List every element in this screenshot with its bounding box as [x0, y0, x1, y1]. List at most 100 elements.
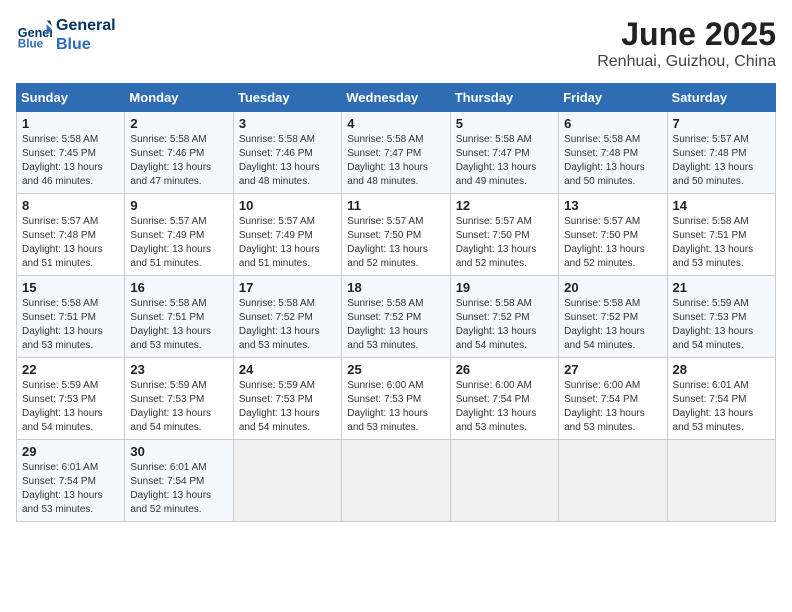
day-number: 30 — [130, 444, 227, 459]
header-day-monday: Monday — [125, 84, 233, 112]
calendar-cell: 11Sunrise: 5:57 AM Sunset: 7:50 PM Dayli… — [342, 194, 450, 276]
day-info: Sunrise: 5:59 AM Sunset: 7:53 PM Dayligh… — [673, 297, 770, 353]
day-info: Sunrise: 6:01 AM Sunset: 7:54 PM Dayligh… — [22, 461, 119, 517]
day-info: Sunrise: 5:59 AM Sunset: 7:53 PM Dayligh… — [130, 379, 227, 435]
day-number: 26 — [456, 362, 553, 377]
calendar-cell — [233, 440, 341, 522]
day-number: 23 — [130, 362, 227, 377]
day-number: 13 — [564, 198, 661, 213]
day-number: 3 — [239, 116, 336, 131]
day-info: Sunrise: 5:57 AM Sunset: 7:50 PM Dayligh… — [347, 215, 444, 271]
calendar-header-row: SundayMondayTuesdayWednesdayThursdayFrid… — [17, 84, 776, 112]
calendar-cell: 12 Sunrise: 5:57 AM Sunset: 7:50 PM Dayli… — [450, 194, 558, 276]
calendar-cell: 29 Sunrise: 6:01 AM Sunset: 7:54 PM Dayli… — [17, 440, 125, 522]
day-number: 2 — [130, 116, 227, 131]
calendar-cell: 15Sunrise: 5:58 AM Sunset: 7:51 PM Dayli… — [17, 276, 125, 358]
calendar-cell: 10 Sunrise: 5:57 AM Sunset: 7:49 PM Dayli… — [233, 194, 341, 276]
day-number: 7 — [673, 116, 770, 131]
day-info: Sunrise: 6:01 AM Sunset: 7:54 PM Dayligh… — [130, 461, 227, 517]
day-number: 5 — [456, 116, 553, 131]
day-info: Sunrise: 5:57 AM Sunset: 7:49 PM Dayligh… — [239, 215, 336, 271]
header-day-tuesday: Tuesday — [233, 84, 341, 112]
day-number: 6 — [564, 116, 661, 131]
day-number: 9 — [130, 198, 227, 213]
calendar-week-row: 8 Sunrise: 5:57 AM Sunset: 7:48 PM Daylig… — [17, 194, 776, 276]
day-info: Sunrise: 5:58 AM Sunset: 7:45 PM Dayligh… — [22, 133, 119, 189]
svg-text:Blue: Blue — [18, 38, 44, 51]
day-info: Sunrise: 5:58 AM Sunset: 7:51 PM Dayligh… — [130, 297, 227, 353]
calendar-cell: 30 Sunrise: 6:01 AM Sunset: 7:54 PM Dayli… — [125, 440, 233, 522]
calendar-cell: 1 Sunrise: 5:58 AM Sunset: 7:45 PM Daylig… — [17, 112, 125, 194]
calendar-cell: 5 Sunrise: 5:58 AM Sunset: 7:47 PM Daylig… — [450, 112, 558, 194]
day-number: 22 — [22, 362, 119, 377]
calendar-subtitle: Renhuai, Guizhou, China — [597, 53, 776, 71]
day-info: Sunrise: 5:58 AM Sunset: 7:52 PM Dayligh… — [564, 297, 661, 353]
day-info: Sunrise: 5:58 AM Sunset: 7:48 PM Dayligh… — [564, 133, 661, 189]
day-info: Sunrise: 5:58 AM Sunset: 7:52 PM Dayligh… — [347, 297, 444, 353]
day-info: Sunrise: 6:00 AM Sunset: 7:53 PM Dayligh… — [347, 379, 444, 435]
calendar-cell: 23 Sunrise: 5:59 AM Sunset: 7:53 PM Dayli… — [125, 358, 233, 440]
day-info: Sunrise: 6:00 AM Sunset: 7:54 PM Dayligh… — [564, 379, 661, 435]
day-number: 12 — [456, 198, 553, 213]
calendar-week-row: 22 Sunrise: 5:59 AM Sunset: 7:53 PM Dayli… — [17, 358, 776, 440]
day-info: Sunrise: 5:57 AM Sunset: 7:48 PM Dayligh… — [673, 133, 770, 189]
calendar-cell: 19Sunrise: 5:58 AM Sunset: 7:52 PM Dayli… — [450, 276, 558, 358]
calendar-cell: 26Sunrise: 6:00 AM Sunset: 7:54 PM Dayli… — [450, 358, 558, 440]
calendar-cell: 9Sunrise: 5:57 AM Sunset: 7:49 PM Daylig… — [125, 194, 233, 276]
logo-line1: General — [56, 16, 116, 35]
calendar-cell: 27 Sunrise: 6:00 AM Sunset: 7:54 PM Dayli… — [559, 358, 667, 440]
calendar-week-row: 15 Sunrise: 5:58 AM Sunset: 7:51 PM Dayli… — [17, 276, 776, 358]
calendar-title: June 2025 — [597, 16, 776, 53]
calendar-cell: 13 Sunrise: 5:57 AM Sunset: 7:50 PM Dayli… — [559, 194, 667, 276]
day-number: 14 — [673, 198, 770, 213]
calendar-cell: 25 Sunrise: 6:00 AM Sunset: 7:53 PM Dayli… — [342, 358, 450, 440]
day-info: Sunrise: 5:58 AM Sunset: 7:47 PM Dayligh… — [347, 133, 444, 189]
day-number: 10 — [239, 198, 336, 213]
calendar-cell — [450, 440, 558, 522]
day-info: Sunrise: 5:59 AM Sunset: 7:53 PM Dayligh… — [239, 379, 336, 435]
day-number: 15 — [22, 280, 119, 295]
calendar-cell: 8 Sunrise: 5:57 AM Sunset: 7:48 PM Daylig… — [17, 194, 125, 276]
header-day-wednesday: Wednesday — [342, 84, 450, 112]
day-number: 4 — [347, 116, 444, 131]
calendar-week-row: 29 Sunrise: 6:01 AM Sunset: 7:54 PM Dayli… — [17, 440, 776, 522]
day-number: 27 — [564, 362, 661, 377]
day-info: Sunrise: 6:01 AM Sunset: 7:54 PM Dayligh… — [673, 379, 770, 435]
calendar-cell — [559, 440, 667, 522]
calendar-cell — [667, 440, 775, 522]
calendar-cell: 7 Sunrise: 5:57 AM Sunset: 7:48 PM Daylig… — [667, 112, 775, 194]
logo-icon: General Blue — [16, 17, 52, 53]
day-number: 21 — [673, 280, 770, 295]
day-number: 19 — [456, 280, 553, 295]
title-block: June 2025 Renhuai, Guizhou, China — [597, 16, 776, 71]
day-info: Sunrise: 5:57 AM Sunset: 7:50 PM Dayligh… — [564, 215, 661, 271]
logo: General Blue General Blue — [16, 16, 116, 54]
calendar-cell: 3 Sunrise: 5:58 AM Sunset: 7:46 PM Daylig… — [233, 112, 341, 194]
calendar-cell: 14Sunrise: 5:58 AM Sunset: 7:51 PM Dayli… — [667, 194, 775, 276]
header-day-saturday: Saturday — [667, 84, 775, 112]
day-info: Sunrise: 5:57 AM Sunset: 7:50 PM Dayligh… — [456, 215, 553, 271]
calendar-week-row: 1 Sunrise: 5:58 AM Sunset: 7:45 PM Daylig… — [17, 112, 776, 194]
calendar-cell: 16Sunrise: 5:58 AM Sunset: 7:51 PM Dayli… — [125, 276, 233, 358]
calendar-cell: 4 Sunrise: 5:58 AM Sunset: 7:47 PM Daylig… — [342, 112, 450, 194]
day-info: Sunrise: 5:57 AM Sunset: 7:48 PM Dayligh… — [22, 215, 119, 271]
day-number: 24 — [239, 362, 336, 377]
calendar-cell: 22 Sunrise: 5:59 AM Sunset: 7:53 PM Dayli… — [17, 358, 125, 440]
day-info: Sunrise: 5:58 AM Sunset: 7:46 PM Dayligh… — [239, 133, 336, 189]
day-number: 25 — [347, 362, 444, 377]
calendar-table: SundayMondayTuesdayWednesdayThursdayFrid… — [16, 83, 776, 522]
day-info: Sunrise: 5:59 AM Sunset: 7:53 PM Dayligh… — [22, 379, 119, 435]
calendar-cell: 24 Sunrise: 5:59 AM Sunset: 7:53 PM Dayli… — [233, 358, 341, 440]
calendar-cell: 28 Sunrise: 6:01 AM Sunset: 7:54 PM Dayli… — [667, 358, 775, 440]
day-number: 18 — [347, 280, 444, 295]
logo-line2: Blue — [56, 35, 116, 54]
day-info: Sunrise: 5:58 AM Sunset: 7:46 PM Dayligh… — [130, 133, 227, 189]
day-number: 29 — [22, 444, 119, 459]
day-number: 1 — [22, 116, 119, 131]
day-info: Sunrise: 5:58 AM Sunset: 7:47 PM Dayligh… — [456, 133, 553, 189]
day-number: 8 — [22, 198, 119, 213]
calendar-cell: 2 Sunrise: 5:58 AM Sunset: 7:46 PM Daylig… — [125, 112, 233, 194]
day-info: Sunrise: 5:58 AM Sunset: 7:52 PM Dayligh… — [239, 297, 336, 353]
page-header: General Blue General Blue June 2025 Renh… — [16, 16, 776, 71]
day-number: 28 — [673, 362, 770, 377]
